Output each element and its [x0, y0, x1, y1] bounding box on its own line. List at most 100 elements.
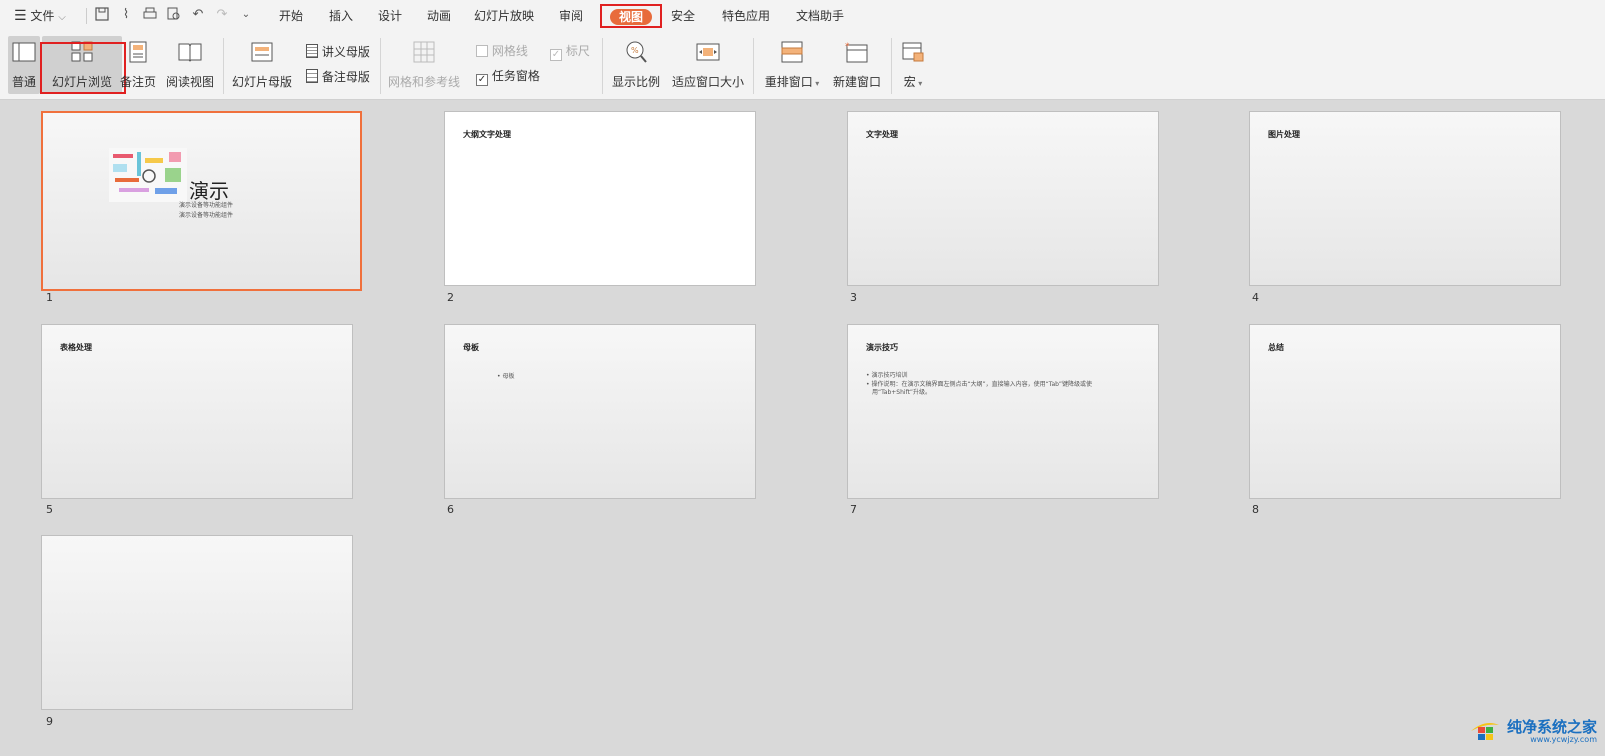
reading-view-label: 阅读视图 [165, 75, 214, 89]
slide-master-label: 幻灯片母版 [231, 75, 292, 89]
slide-title: 图片处理 [1268, 130, 1300, 139]
tab-doc-assistant[interactable]: 文档助手 [792, 6, 848, 26]
macro-label: 宏 ▾ [903, 75, 923, 89]
format-painter-icon[interactable]: ⌇ [118, 7, 134, 23]
slide-title: 大纲文字处理 [463, 130, 511, 139]
menu-bar: ☰ 文件 ⌵ ⌇ ↶ ↷ ⌄ 开始 插入 设计 动画 幻灯片放映 审阅 视图 安… [0, 0, 1605, 32]
fit-window-icon [696, 43, 720, 61]
tab-design[interactable]: 设计 [375, 6, 405, 26]
slide-title: 演示技巧 [866, 343, 898, 352]
file-menu[interactable]: ☰ 文件 ⌵ [14, 6, 66, 28]
fit-window-button[interactable]: 适应窗口大小 [670, 36, 746, 94]
slide-title: 文字处理 [866, 130, 898, 139]
tab-security[interactable]: 安全 [668, 6, 698, 26]
tab-insert[interactable]: 插入 [326, 6, 356, 26]
slide-master-button[interactable]: 幻灯片母版 [230, 36, 294, 94]
slide-thumbnail-1[interactable]: 演示 演示设备等功能组件 演示设备等功能组件 [41, 111, 362, 291]
fit-window-label: 适应窗口大小 [671, 75, 744, 89]
grid-guides-label: 网格和参考线 [387, 75, 460, 89]
slide-bullet: 用“Tab+Shift”升级。 [872, 389, 932, 396]
watermark-title: 纯净系统之家 [1506, 717, 1597, 736]
zoom-icon: % [626, 41, 647, 63]
macro-icon [902, 42, 924, 62]
reading-view-button[interactable]: 阅读视图 [164, 36, 216, 94]
slide-thumbnail-5[interactable]: 表格处理 [41, 324, 353, 499]
tab-start[interactable]: 开始 [276, 6, 306, 26]
notes-master-label: 备注母版 [321, 70, 370, 84]
notes-master-icon [306, 69, 318, 83]
zoom-label: 显示比例 [611, 75, 660, 89]
normal-view-button[interactable]: 普通 [8, 36, 40, 94]
tab-review[interactable]: 审阅 [556, 6, 586, 26]
slide-thumbnail-9[interactable] [41, 535, 353, 710]
arrange-window-icon [781, 41, 803, 63]
slide-thumbnail-7[interactable]: 演示技巧 • 演示技巧培训 • 操作说明：在演示文稿界面左侧点击“大纲”，直接输… [847, 324, 1159, 499]
slide-title: 总结 [1268, 343, 1284, 352]
slide-title: 母板 [463, 343, 479, 352]
task-pane-checkbox[interactable]: ✓ 任务窗格 [476, 67, 540, 86]
arrange-window-label: 重排窗口 ▾ [764, 75, 820, 89]
book-icon [178, 43, 202, 62]
customize-dropdown-icon[interactable]: ⌄ [238, 7, 254, 23]
ruler-label: 标尺 [565, 44, 590, 58]
stationery-image [109, 148, 187, 202]
new-window-label: 新建窗口 [832, 75, 881, 89]
handout-master-label: 讲义母版 [321, 45, 370, 59]
dropdown-arrow-icon: ▾ [915, 79, 923, 88]
file-menu-label: 文件 [30, 9, 55, 23]
checkbox-checked-icon: ✓ [476, 74, 488, 86]
macro-button[interactable]: 宏 ▾ [898, 36, 928, 94]
notes-master-button[interactable]: 备注母版 [306, 68, 370, 86]
slide-sorter-grid: 演示 演示设备等功能组件 演示设备等功能组件 1 大纲文字处理 2 文字处理 3… [0, 101, 1605, 756]
normal-view-label: 普通 [11, 75, 36, 89]
svg-text:%: % [631, 46, 639, 55]
slide-1-subtitle-1: 演示设备等功能组件 [179, 202, 234, 209]
undo-icon[interactable]: ↶ [190, 7, 206, 23]
watermark-logo: 纯净系统之家 www.ycwjzy.com [1469, 716, 1597, 746]
notes-page-label: 备注页 [119, 75, 156, 89]
new-window-button[interactable]: * 新建窗口 [830, 36, 884, 94]
tab-view[interactable]: 视图 [600, 4, 662, 28]
view-ribbon: 普通 幻灯片浏览 备注页 阅读视图 幻灯片母版 讲义母版 备注母版 网格和参考线… [0, 32, 1605, 100]
slide-bullet: • 母板 [497, 373, 515, 380]
zoom-button[interactable]: % 显示比例 [610, 36, 662, 94]
slide-1-subtitle-2: 演示设备等功能组件 [179, 212, 234, 219]
tab-view-label: 视图 [609, 9, 652, 25]
notes-page-button[interactable]: 备注页 [118, 36, 158, 94]
slide-master-icon [251, 42, 273, 62]
ruler-checkbox[interactable]: ✓ 标尺 [550, 42, 590, 61]
print-icon[interactable] [142, 7, 158, 23]
redo-icon[interactable]: ↷ [214, 7, 230, 23]
slide-thumbnail-6[interactable]: 母板 • 母板 [444, 324, 756, 499]
notes-page-icon [129, 41, 147, 63]
normal-view-icon [12, 42, 36, 62]
slide-title: 表格处理 [60, 343, 92, 352]
slide-thumbnail-8[interactable]: 总结 [1249, 324, 1561, 499]
chevron-down-icon: ⌵ [58, 12, 66, 23]
tab-slideshow[interactable]: 幻灯片放映 [472, 6, 536, 26]
grid-guides-button[interactable]: 网格和参考线 [386, 36, 462, 94]
save-icon[interactable] [94, 7, 110, 23]
tab-special-apps[interactable]: 特色应用 [718, 6, 774, 26]
slide-number: 1 [46, 291, 53, 304]
slide-thumbnail-3[interactable]: 文字处理 [847, 111, 1159, 286]
slide-number: 8 [1252, 503, 1259, 516]
gridlines-checkbox[interactable]: 网格线 [476, 42, 528, 60]
slide-number: 7 [850, 503, 857, 516]
checkbox-checked-icon: ✓ [550, 49, 562, 61]
gridlines-label: 网格线 [491, 44, 528, 58]
tab-animation[interactable]: 动画 [424, 6, 454, 26]
slide-thumbnail-4[interactable]: 图片处理 [1249, 111, 1561, 286]
highlight-box-slide-sorter [40, 42, 126, 94]
slide-number: 9 [46, 715, 53, 728]
watermark-url: www.ycwjzy.com [1530, 734, 1597, 744]
slide-number: 2 [447, 291, 454, 304]
print-preview-icon[interactable] [166, 7, 182, 23]
slide-bullet: • 操作说明：在演示文稿界面左侧点击“大纲”，直接输入内容，使用“Tab”键降级… [866, 381, 1093, 388]
hamburger-icon: ☰ [14, 8, 27, 24]
svg-text:*: * [845, 42, 850, 52]
task-pane-label: 任务窗格 [491, 69, 540, 83]
slide-thumbnail-2[interactable]: 大纲文字处理 [444, 111, 756, 286]
arrange-window-button[interactable]: 重排窗口 ▾ [760, 36, 824, 94]
handout-master-button[interactable]: 讲义母版 [306, 43, 370, 61]
